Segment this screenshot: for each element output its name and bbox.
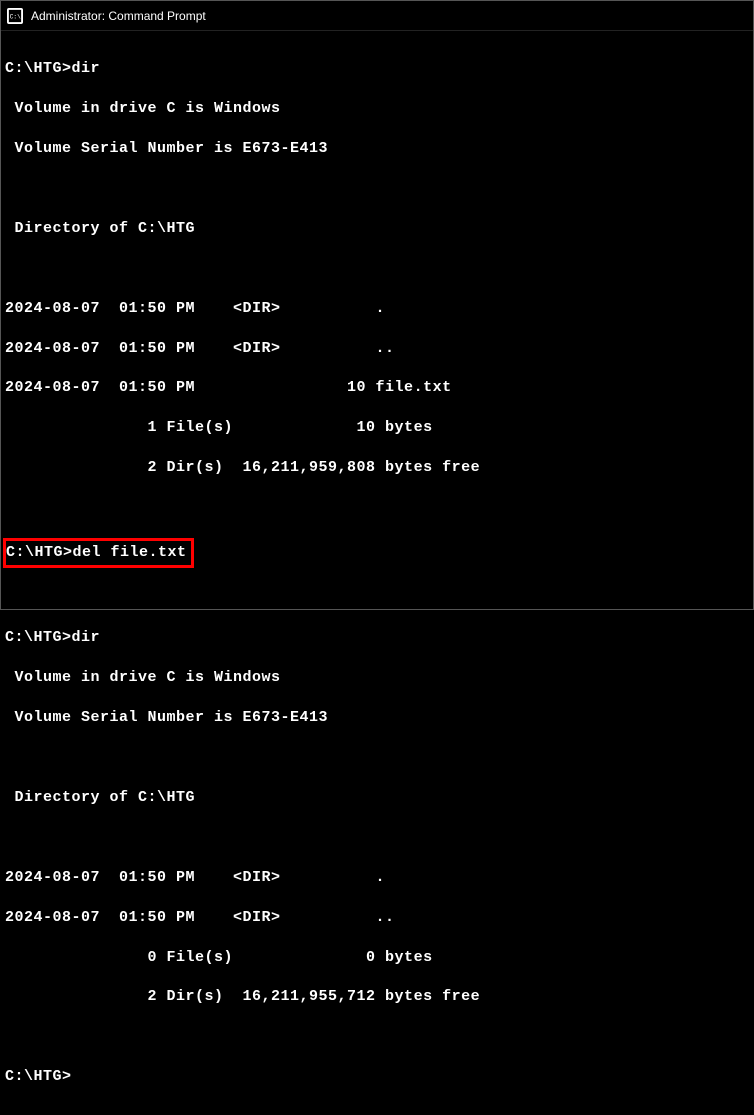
output-line: 2024-08-07 01:50 PM <DIR> .. — [5, 908, 749, 928]
output-line: Volume Serial Number is E673-E413 — [5, 708, 749, 728]
blank-line — [5, 588, 749, 608]
blank-line — [5, 179, 749, 199]
prompt: C:\HTG> — [6, 544, 73, 561]
blank-line — [5, 748, 749, 768]
prompt: C:\HTG> — [5, 629, 72, 646]
terminal-output[interactable]: C:\HTG>dir Volume in drive C is Windows … — [1, 31, 753, 1115]
active-prompt-line[interactable]: C:\HTG> — [5, 1067, 749, 1087]
output-line: Volume in drive C is Windows — [5, 99, 749, 119]
output-line: 2024-08-07 01:50 PM 10 file.txt — [5, 378, 749, 398]
window-title: Administrator: Command Prompt — [31, 9, 206, 23]
highlighted-command-line: C:\HTG>del file.txt — [5, 538, 749, 568]
svg-text:C:\: C:\ — [10, 13, 21, 20]
blank-line — [5, 259, 749, 279]
output-line: Directory of C:\HTG — [5, 219, 749, 239]
output-line: 2024-08-07 01:50 PM <DIR> . — [5, 299, 749, 319]
output-line: 0 File(s) 0 bytes — [5, 948, 749, 968]
output-line: Directory of C:\HTG — [5, 788, 749, 808]
output-line: Volume in drive C is Windows — [5, 668, 749, 688]
blank-line — [5, 828, 749, 848]
command: dir — [72, 629, 101, 646]
blank-line — [5, 498, 749, 518]
blank-line — [5, 1027, 749, 1047]
prompt-line: C:\HTG>dir — [5, 59, 749, 79]
title-bar[interactable]: C:\ Administrator: Command Prompt — [1, 1, 753, 31]
prompt-line: C:\HTG>dir — [5, 628, 749, 648]
highlight-box: C:\HTG>del file.txt — [3, 538, 194, 568]
cmd-icon: C:\ — [7, 8, 23, 24]
output-line: 2024-08-07 01:50 PM <DIR> . — [5, 868, 749, 888]
output-line: 2 Dir(s) 16,211,959,808 bytes free — [5, 458, 749, 478]
output-line: 2 Dir(s) 16,211,955,712 bytes free — [5, 987, 749, 1007]
output-line: 2024-08-07 01:50 PM <DIR> .. — [5, 339, 749, 359]
output-line: 1 File(s) 10 bytes — [5, 418, 749, 438]
prompt: C:\HTG> — [5, 1068, 72, 1085]
prompt: C:\HTG> — [5, 60, 72, 77]
command: dir — [72, 60, 101, 77]
output-line: Volume Serial Number is E673-E413 — [5, 139, 749, 159]
command: del file.txt — [73, 544, 187, 561]
